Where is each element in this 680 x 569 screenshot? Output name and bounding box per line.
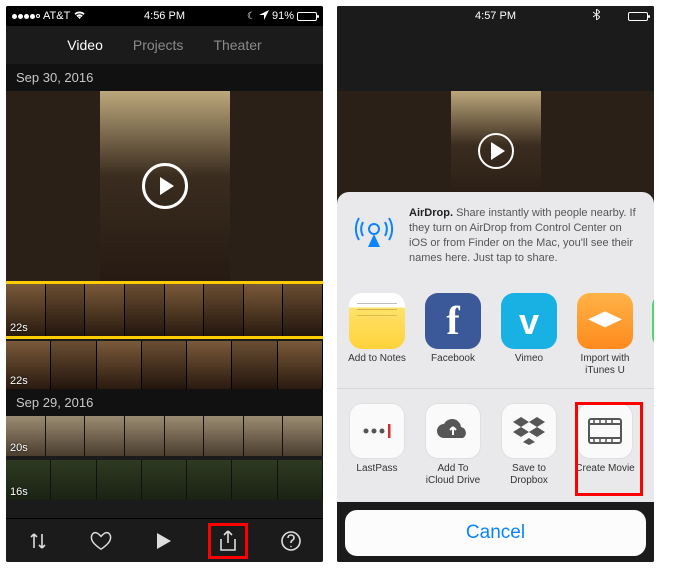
play-icon[interactable] [142, 163, 188, 209]
airdrop-text: AirDrop. Share instantly with people nea… [409, 206, 640, 265]
clip-duration: 16s [10, 486, 28, 498]
dropbox-icon [501, 403, 557, 459]
wifi-icon [73, 10, 86, 23]
action-lastpass[interactable]: LastPass [347, 403, 407, 486]
filmstrip[interactable]: 22s [6, 341, 323, 389]
partial-icon [652, 293, 654, 349]
sort-button[interactable] [18, 523, 58, 559]
clip-duration: 22s [10, 322, 28, 334]
share-app-notes[interactable]: Add to Notes [347, 293, 407, 376]
airdrop-title: AirDrop. [409, 207, 453, 219]
cancel-button[interactable]: Cancel [345, 510, 646, 556]
facebook-icon: f [425, 293, 481, 349]
filmstrip[interactable]: 16s [6, 460, 323, 500]
action-label: LastPass [356, 463, 397, 475]
share-app-vimeo[interactable]: v Vimeo [499, 293, 559, 376]
video-preview[interactable] [6, 91, 323, 281]
action-label: Save to Dropbox [499, 463, 559, 486]
filmstrip[interactable]: 20s [6, 416, 323, 456]
airdrop-section[interactable]: AirDrop. Share instantly with people nea… [337, 192, 654, 279]
share-app-facebook[interactable]: f Facebook [423, 293, 483, 376]
action-dropbox[interactable]: Save to Dropbox [499, 403, 559, 486]
share-app-itunesu[interactable]: Import with iTunes U [575, 293, 635, 376]
share-button[interactable] [208, 523, 248, 559]
favorite-button[interactable] [81, 523, 121, 559]
battery-icon [628, 12, 648, 21]
bottom-toolbar [6, 518, 323, 562]
icloud-icon [425, 403, 481, 459]
help-button[interactable] [271, 523, 311, 559]
play-button[interactable] [144, 523, 184, 559]
highlight-box [575, 402, 643, 496]
share-app-partial[interactable]: In [651, 293, 654, 376]
clip-duration: 20s [10, 442, 28, 454]
clock: 4:56 PM [144, 10, 185, 22]
action-icloud[interactable]: Add To iCloud Drive [423, 403, 483, 486]
app-label: Import with iTunes U [575, 353, 635, 376]
clock: 4:57 PM [475, 10, 516, 22]
notes-icon [349, 293, 405, 349]
tab-projects[interactable]: Projects [133, 37, 184, 53]
app-label: Facebook [431, 353, 475, 365]
share-app-row: Add to Notes f Facebook v Vimeo Import w… [337, 279, 654, 388]
carrier-label: AT&T [43, 10, 70, 22]
location-icon [259, 10, 269, 23]
phone-right: AT&T 4:57 PM ☾ 91% Video Projects Theate… [337, 6, 654, 562]
date-header: Sep 29, 2016 [6, 389, 323, 416]
app-label: Add to Notes [348, 353, 406, 365]
filmstrip-selected[interactable]: 22s [6, 281, 323, 339]
airdrop-icon [351, 206, 397, 252]
tab-video[interactable]: Video [67, 37, 103, 53]
status-bar: AT&T 4:56 PM ☾ 91% [6, 6, 323, 26]
phone-left: AT&T 4:56 PM ☾ 91% Video Projects Theate… [6, 6, 323, 562]
battery-icon [297, 12, 317, 21]
play-icon[interactable] [478, 133, 514, 169]
app-label: Vimeo [515, 353, 543, 365]
bluetooth-icon [593, 9, 600, 23]
action-label: Add To iCloud Drive [423, 463, 483, 486]
vimeo-icon: v [501, 293, 557, 349]
lastpass-icon [349, 403, 405, 459]
itunesu-icon [577, 293, 633, 349]
share-sheet: AirDrop. Share instantly with people nea… [337, 192, 654, 562]
battery-pct: 91% [272, 10, 294, 22]
clip-duration: 22s [10, 375, 28, 387]
dnd-icon: ☾ [247, 11, 256, 22]
tab-theater[interactable]: Theater [213, 37, 261, 53]
date-header: Sep 30, 2016 [6, 64, 323, 91]
library-tabs: Video Projects Theater [6, 26, 323, 64]
signal-icon [12, 14, 40, 19]
